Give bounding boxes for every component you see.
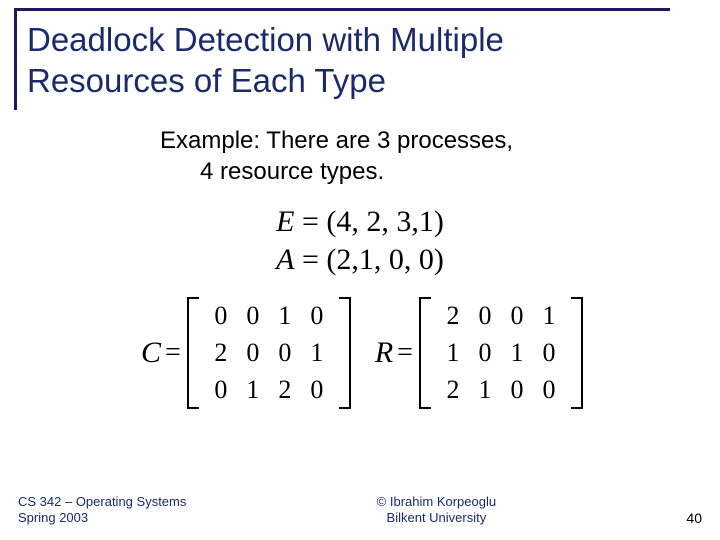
matrix-R-group: R = 2 0 0 1 1 0 1 0 2 1 0 0 xyxy=(371,297,583,409)
title-line-2: Resources of Each Type xyxy=(27,62,386,99)
footer: CS 342 – Operating Systems Spring 2003 ©… xyxy=(18,494,702,527)
bracket-left-icon xyxy=(187,297,199,409)
c-cell: 0 xyxy=(246,338,259,368)
page-number: 40 xyxy=(686,510,702,526)
A-label: A xyxy=(276,243,294,276)
c-cell: 0 xyxy=(278,338,291,368)
C-label: C xyxy=(137,336,165,370)
c-cell: 1 xyxy=(310,338,323,368)
example-line-2: 4 resource types. xyxy=(200,158,384,185)
c-cell: 1 xyxy=(278,301,291,331)
title-line-1: Deadlock Detection with Multiple xyxy=(27,21,504,58)
vector-A: A = (2,1, 0, 0) xyxy=(0,243,720,277)
E-label: E xyxy=(276,205,294,238)
footer-left: CS 342 – Operating Systems Spring 2003 xyxy=(18,494,186,527)
r-cell: 0 xyxy=(478,338,491,368)
slide-title: Deadlock Detection with Multiple Resourc… xyxy=(27,19,670,102)
example-line-1: Example: There are 3 processes, xyxy=(160,127,513,154)
r-cell: 0 xyxy=(542,338,555,368)
example-text: Example: There are 3 processes, 4 resour… xyxy=(160,125,513,187)
r-cell: 1 xyxy=(478,375,491,405)
r-cell: 0 xyxy=(510,375,523,405)
bracket-right-icon xyxy=(339,297,351,409)
r-cell: 0 xyxy=(542,375,555,405)
matrix-C-group: C = 0 0 1 0 2 0 0 1 0 1 2 0 xyxy=(137,297,351,409)
r-cell: 1 xyxy=(446,338,459,368)
c-cell: 2 xyxy=(214,338,227,368)
title-container: Deadlock Detection with Multiple Resourc… xyxy=(14,8,670,110)
term: Spring 2003 xyxy=(18,510,88,525)
matrix-C: 0 0 1 0 2 0 0 1 0 1 2 0 xyxy=(199,297,339,409)
C-equals: = xyxy=(165,337,187,369)
c-cell: 0 xyxy=(246,301,259,331)
vector-E: E = (4, 2, 3,1) xyxy=(0,205,720,239)
c-cell: 0 xyxy=(214,375,227,405)
matrix-R: 2 0 0 1 1 0 1 0 2 1 0 0 xyxy=(431,297,571,409)
c-cell: 0 xyxy=(310,375,323,405)
c-cell: 0 xyxy=(214,301,227,331)
R-brackets: 2 0 0 1 1 0 1 0 2 1 0 0 xyxy=(419,297,583,409)
E-values: = (4, 2, 3,1) xyxy=(294,205,443,238)
bracket-left-icon xyxy=(419,297,431,409)
c-cell: 0 xyxy=(310,301,323,331)
c-cell: 2 xyxy=(278,375,291,405)
course-code: CS 342 – Operating Systems xyxy=(18,494,186,509)
A-values: = (2,1, 0, 0) xyxy=(294,243,443,276)
r-cell: 1 xyxy=(542,301,555,331)
university: Bilkent University xyxy=(387,510,487,525)
C-brackets: 0 0 1 0 2 0 0 1 0 1 2 0 xyxy=(187,297,351,409)
r-cell: 1 xyxy=(510,338,523,368)
R-label: R xyxy=(371,336,397,370)
footer-center: © Ibrahim Korpeoglu Bilkent University xyxy=(377,494,496,527)
copyright: © Ibrahim Korpeoglu xyxy=(377,494,496,509)
bracket-right-icon xyxy=(571,297,583,409)
matrices-row: C = 0 0 1 0 2 0 0 1 0 1 2 0 xyxy=(0,297,720,409)
math-area: E = (4, 2, 3,1) A = (2,1, 0, 0) C = 0 0 … xyxy=(0,205,720,409)
r-cell: 0 xyxy=(478,301,491,331)
r-cell: 2 xyxy=(446,375,459,405)
R-equals: = xyxy=(397,337,419,369)
r-cell: 2 xyxy=(446,301,459,331)
r-cell: 0 xyxy=(510,301,523,331)
c-cell: 1 xyxy=(246,375,259,405)
